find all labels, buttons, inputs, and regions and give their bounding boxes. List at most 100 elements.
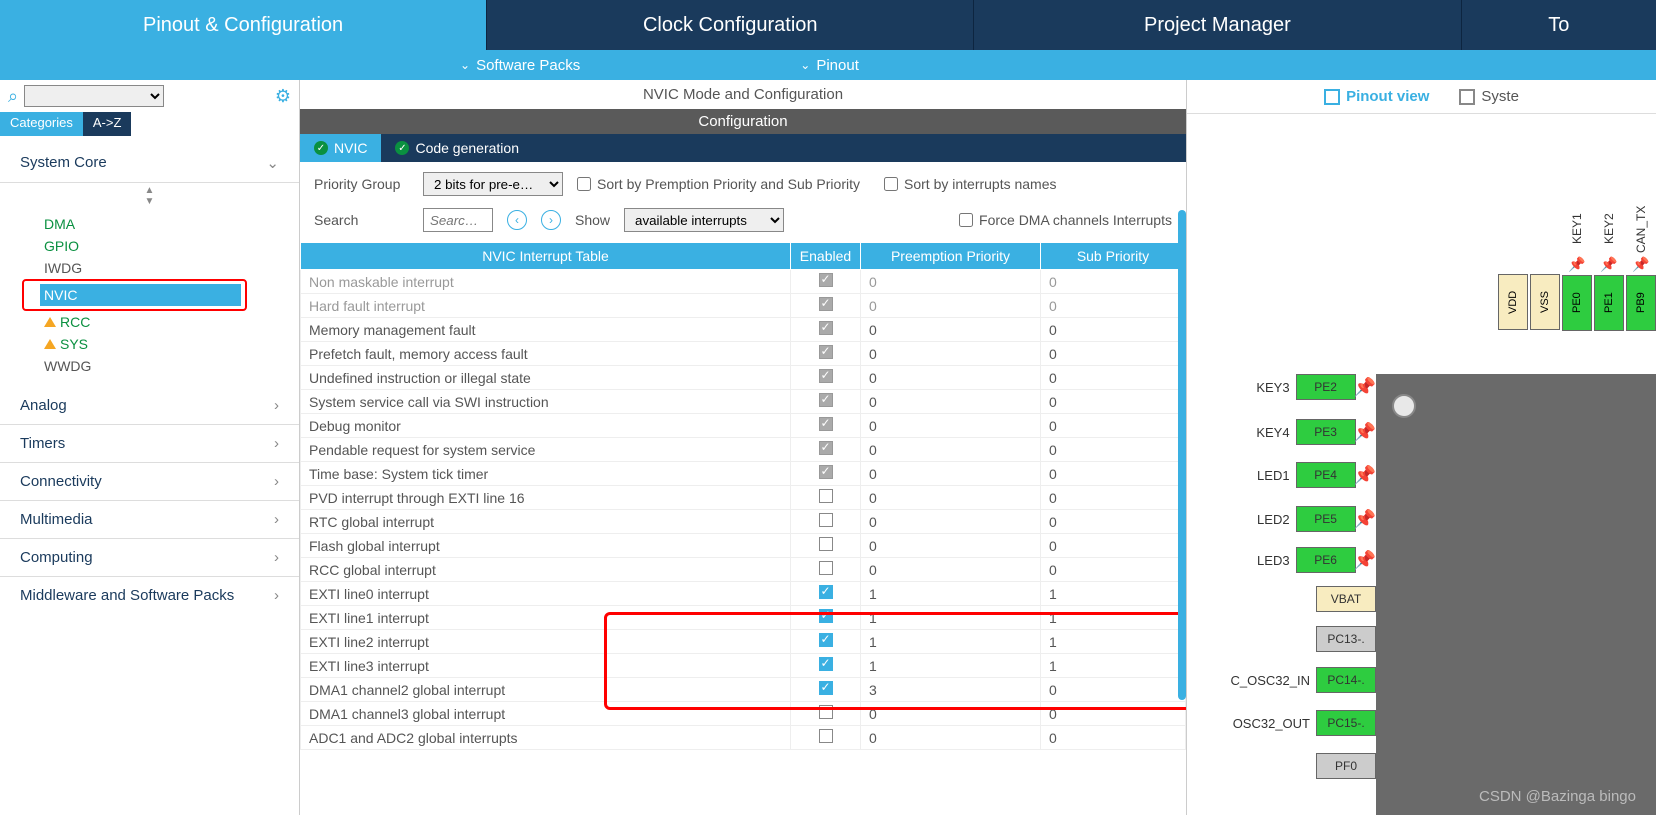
sort-premption-checkbox[interactable] (577, 177, 591, 191)
force-dma-checkbox[interactable] (959, 213, 973, 227)
pin-box[interactable]: PE5 (1296, 506, 1356, 532)
tab-clock-config[interactable]: Clock Configuration (486, 0, 973, 50)
cell-preemption[interactable]: 0 (861, 318, 1041, 342)
enabled-checkbox[interactable] (819, 297, 833, 311)
section-system-core[interactable]: System Core⌄ (0, 144, 299, 183)
cell-preemption[interactable]: 0 (861, 702, 1041, 726)
cell-preemption[interactable]: 0 (861, 462, 1041, 486)
cell-sub[interactable]: 0 (1041, 510, 1186, 534)
cell-sub[interactable]: 0 (1041, 438, 1186, 462)
section-timers[interactable]: Timers› (0, 425, 299, 463)
pin-row[interactable]: OSC32_OUTPC15-. (1200, 710, 1376, 736)
subtab-nvic[interactable]: ✓NVIC (300, 134, 381, 162)
pin-row[interactable]: KEY3PE2📌 (1186, 374, 1376, 400)
table-row[interactable]: EXTI line3 interrupt11 (301, 654, 1186, 678)
search-select[interactable] (24, 85, 164, 107)
tab-pinout-config[interactable]: Pinout & Configuration (0, 0, 486, 50)
cell-sub[interactable]: 1 (1041, 630, 1186, 654)
section-multimedia[interactable]: Multimedia› (0, 501, 299, 539)
top-pin[interactable]: KEY1📌PE0 (1562, 204, 1592, 331)
table-row[interactable]: System service call via SWI instruction0… (301, 390, 1186, 414)
pin-box[interactable]: PC13-. (1316, 626, 1376, 652)
pin-box[interactable]: PC14-. (1316, 667, 1376, 693)
pin-row[interactable]: VBAT (1200, 586, 1376, 612)
cell-sub[interactable]: 1 (1041, 606, 1186, 630)
tab-system-view[interactable]: Syste (1459, 88, 1519, 105)
sort-names-checkbox[interactable] (884, 177, 898, 191)
table-row[interactable]: Hard fault interrupt00 (301, 294, 1186, 318)
show-select[interactable]: available interrupts (624, 208, 784, 232)
cell-sub[interactable]: 0 (1041, 486, 1186, 510)
cell-preemption[interactable]: 1 (861, 606, 1041, 630)
section-analog[interactable]: Analog› (0, 387, 299, 425)
cell-sub[interactable]: 0 (1041, 534, 1186, 558)
pin-row[interactable]: C_OSC32_INPC14-. (1200, 667, 1376, 693)
enabled-checkbox[interactable] (819, 561, 833, 575)
gear-icon[interactable]: ⚙ (275, 86, 291, 107)
tree-item-iwdg[interactable]: IWDG (40, 257, 299, 279)
th-enabled[interactable]: Enabled (791, 243, 861, 270)
cell-preemption[interactable]: 0 (861, 438, 1041, 462)
tab-a-z[interactable]: A->Z (83, 112, 132, 136)
enabled-checkbox[interactable] (819, 513, 833, 527)
enabled-checkbox[interactable] (819, 465, 833, 479)
cell-preemption[interactable]: 0 (861, 366, 1041, 390)
enabled-checkbox[interactable] (819, 633, 833, 647)
table-row[interactable]: Non maskable interrupt00 (301, 270, 1186, 294)
search-prev-button[interactable]: ‹ (507, 210, 527, 230)
search-next-button[interactable]: › (541, 210, 561, 230)
cell-sub[interactable]: 1 (1041, 582, 1186, 606)
cell-preemption[interactable]: 1 (861, 654, 1041, 678)
enabled-checkbox[interactable] (819, 441, 833, 455)
enabled-checkbox[interactable] (819, 729, 833, 743)
table-row[interactable]: RCC global interrupt00 (301, 558, 1186, 582)
cell-sub[interactable]: 0 (1041, 414, 1186, 438)
scrollbar[interactable] (1178, 210, 1186, 700)
pin-row[interactable]: LED1PE4📌 (1186, 462, 1376, 488)
enabled-checkbox[interactable] (819, 657, 833, 671)
tab-pinout-view[interactable]: Pinout view (1324, 88, 1429, 105)
enabled-checkbox[interactable] (819, 393, 833, 407)
table-row[interactable]: Time base: System tick timer00 (301, 462, 1186, 486)
top-pin[interactable]: VSS (1530, 204, 1560, 331)
enabled-checkbox[interactable] (819, 585, 833, 599)
tree-item-rcc[interactable]: RCC (40, 311, 299, 333)
cell-preemption[interactable]: 0 (861, 534, 1041, 558)
cell-preemption[interactable]: 0 (861, 390, 1041, 414)
pin-box[interactable]: PE2 (1296, 374, 1356, 400)
chip-body[interactable] (1376, 374, 1656, 815)
pin-box[interactable]: PE4 (1296, 462, 1356, 488)
table-row[interactable]: DMA1 channel2 global interrupt30 (301, 678, 1186, 702)
table-row[interactable]: EXTI line2 interrupt11 (301, 630, 1186, 654)
table-row[interactable]: Pendable request for system service00 (301, 438, 1186, 462)
top-pin[interactable]: KEY2📌PE1 (1594, 204, 1624, 331)
pin-row[interactable]: LED3PE6📌 (1186, 547, 1376, 573)
pin-box[interactable]: PB9 (1626, 275, 1656, 331)
table-row[interactable]: Debug monitor00 (301, 414, 1186, 438)
table-row[interactable]: EXTI line1 interrupt11 (301, 606, 1186, 630)
pin-box[interactable]: VSS (1530, 274, 1560, 330)
cell-preemption[interactable]: 1 (861, 630, 1041, 654)
enabled-checkbox[interactable] (819, 705, 833, 719)
menu-software-packs[interactable]: ⌄Software Packs (460, 57, 580, 74)
enabled-checkbox[interactable] (819, 537, 833, 551)
enabled-checkbox[interactable] (819, 609, 833, 623)
top-pin[interactable]: CAN_TX📌PB9 (1626, 204, 1656, 331)
cell-sub[interactable]: 0 (1041, 678, 1186, 702)
table-row[interactable]: ADC1 and ADC2 global interrupts00 (301, 726, 1186, 750)
cell-sub[interactable]: 1 (1041, 654, 1186, 678)
cell-sub[interactable]: 0 (1041, 294, 1186, 318)
cell-preemption[interactable]: 0 (861, 510, 1041, 534)
table-row[interactable]: EXTI line0 interrupt11 (301, 582, 1186, 606)
enabled-checkbox[interactable] (819, 681, 833, 695)
th-name[interactable]: NVIC Interrupt Table (301, 243, 791, 270)
enabled-checkbox[interactable] (819, 273, 833, 287)
enabled-checkbox[interactable] (819, 417, 833, 431)
subtab-codegen[interactable]: ✓Code generation (381, 134, 533, 162)
cell-sub[interactable]: 0 (1041, 342, 1186, 366)
cell-preemption[interactable]: 0 (861, 342, 1041, 366)
enabled-checkbox[interactable] (819, 321, 833, 335)
th-preemption[interactable]: Preemption Priority (861, 243, 1041, 270)
enabled-checkbox[interactable] (819, 345, 833, 359)
tree-item-dma[interactable]: DMA (40, 213, 299, 235)
